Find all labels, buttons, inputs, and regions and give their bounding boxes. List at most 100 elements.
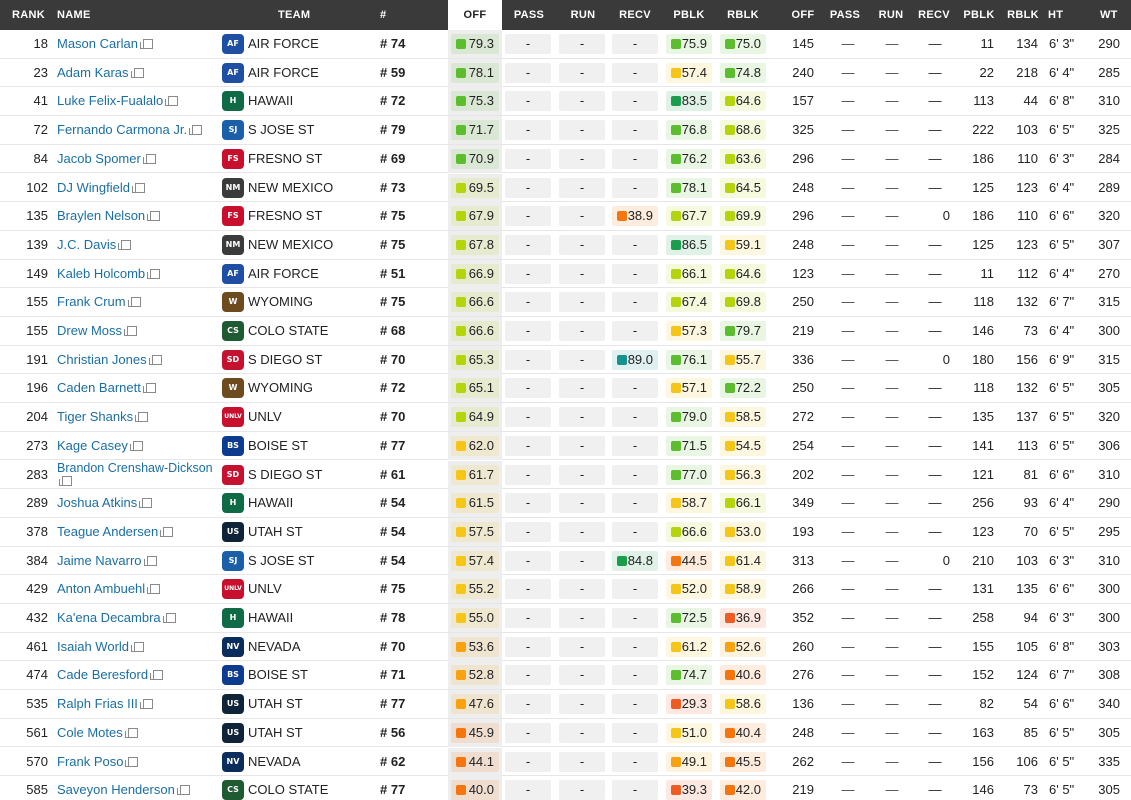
- player-name[interactable]: Anton Ambuehl: [57, 581, 145, 596]
- player-name[interactable]: J.C. Davis: [57, 237, 116, 252]
- copy-icon[interactable]: [143, 555, 157, 566]
- team-name[interactable]: UTAH ST: [248, 518, 378, 546]
- copy-icon[interactable]: [135, 412, 149, 423]
- col-header-jersey[interactable]: #: [380, 0, 400, 30]
- copy-icon[interactable]: [139, 699, 153, 710]
- col-header-pblk-grade[interactable]: PBLK: [662, 0, 716, 30]
- team-name[interactable]: UTAH ST: [248, 690, 378, 718]
- player-name[interactable]: DJ Wingfield: [57, 180, 130, 195]
- col-header-rblk-snaps[interactable]: RBLK: [1004, 0, 1042, 30]
- player-name-link[interactable]: Braylen Nelson: [57, 202, 217, 230]
- player-name-link[interactable]: Teague Andersen: [57, 518, 217, 546]
- col-header-team[interactable]: TEAM: [278, 0, 338, 30]
- copy-icon[interactable]: [139, 39, 153, 49]
- team-name[interactable]: BOISE ST: [248, 661, 378, 689]
- player-name-link[interactable]: Caden Barnett: [57, 374, 217, 402]
- team-name[interactable]: HAWAII: [248, 489, 378, 517]
- player-name-link[interactable]: Kaleb Holcomb: [57, 260, 217, 288]
- copy-icon[interactable]: [142, 153, 156, 164]
- player-name[interactable]: Fernando Carmona Jr.: [57, 122, 187, 137]
- player-name-link[interactable]: Ka'ena Decambra: [57, 604, 217, 632]
- player-name-link[interactable]: Fernando Carmona Jr.: [57, 116, 217, 144]
- player-name[interactable]: Drew Moss: [57, 323, 122, 338]
- col-header-rblk-grade[interactable]: RBLK: [716, 0, 770, 30]
- player-name-link[interactable]: Jacob Spomer: [57, 145, 217, 173]
- team-name[interactable]: NEVADA: [248, 633, 378, 661]
- team-name[interactable]: UNLV: [248, 403, 378, 431]
- copy-icon[interactable]: [147, 584, 161, 595]
- player-name-link[interactable]: Jaime Navarro: [57, 547, 217, 575]
- team-name[interactable]: FRESNO ST: [248, 145, 378, 173]
- copy-icon[interactable]: [160, 526, 174, 537]
- player-name-link[interactable]: J.C. Davis: [57, 231, 217, 259]
- player-name-link[interactable]: Drew Moss: [57, 317, 217, 345]
- col-header-pass-grade[interactable]: PASS: [502, 0, 556, 30]
- player-name[interactable]: Mason Carlan: [57, 36, 138, 51]
- col-header-run-snaps[interactable]: RUN: [874, 0, 908, 30]
- col-header-off-grade[interactable]: OFF: [448, 0, 502, 30]
- team-name[interactable]: NEVADA: [248, 748, 378, 776]
- player-name[interactable]: Cade Beresford: [57, 667, 148, 682]
- player-name[interactable]: Brandon Crenshaw-Dickson: [57, 461, 213, 475]
- player-name[interactable]: Cole Motes: [57, 725, 123, 740]
- team-name[interactable]: WYOMING: [248, 374, 378, 402]
- player-name-link[interactable]: Christian Jones: [57, 346, 217, 374]
- copy-icon[interactable]: [147, 268, 161, 279]
- copy-icon[interactable]: [130, 67, 144, 78]
- team-name[interactable]: WYOMING: [248, 288, 378, 316]
- team-name[interactable]: UTAH ST: [248, 719, 378, 747]
- copy-icon[interactable]: [139, 498, 153, 509]
- team-name[interactable]: AIR FORCE: [248, 260, 378, 288]
- copy-icon[interactable]: [59, 475, 72, 486]
- team-name[interactable]: NEW MEXICO: [248, 174, 378, 202]
- copy-icon[interactable]: [142, 383, 156, 394]
- player-name-link[interactable]: Mason Carlan: [57, 30, 217, 58]
- player-name[interactable]: Jaime Navarro: [57, 553, 142, 568]
- player-name-link[interactable]: Anton Ambuehl: [57, 575, 217, 603]
- team-name[interactable]: UNLV: [248, 575, 378, 603]
- player-name[interactable]: Adam Karas: [57, 65, 129, 80]
- player-name-link[interactable]: Joshua Atkins: [57, 489, 217, 517]
- player-name-link[interactable]: Isaiah World: [57, 633, 217, 661]
- player-name[interactable]: Isaiah World: [57, 639, 129, 654]
- copy-icon[interactable]: [165, 96, 179, 107]
- player-name-link[interactable]: Frank Poso: [57, 748, 217, 776]
- player-name[interactable]: Joshua Atkins: [57, 495, 137, 510]
- col-header-off-snaps[interactable]: OFF: [782, 0, 824, 30]
- player-name[interactable]: Braylen Nelson: [57, 208, 145, 223]
- copy-icon[interactable]: [118, 239, 132, 250]
- team-name[interactable]: HAWAII: [248, 87, 378, 115]
- player-name[interactable]: Frank Poso: [57, 754, 123, 769]
- col-header-run-grade[interactable]: RUN: [556, 0, 610, 30]
- team-name[interactable]: COLO STATE: [248, 776, 378, 800]
- player-name-link[interactable]: Frank Crum: [57, 288, 217, 316]
- team-name[interactable]: BOISE ST: [248, 432, 378, 460]
- player-name-link[interactable]: Cade Beresford: [57, 661, 217, 689]
- team-name[interactable]: S DIEGO ST: [248, 346, 378, 374]
- team-name[interactable]: AIR FORCE: [248, 59, 378, 87]
- team-name[interactable]: HAWAII: [248, 604, 378, 632]
- player-name[interactable]: Ka'ena Decambra: [57, 610, 161, 625]
- copy-icon[interactable]: [127, 297, 141, 308]
- team-name[interactable]: S DIEGO ST: [248, 461, 378, 489]
- col-header-recv-grade[interactable]: RECV: [608, 0, 662, 30]
- copy-icon[interactable]: [124, 727, 138, 738]
- player-name[interactable]: Jacob Spomer: [57, 151, 141, 166]
- player-name[interactable]: Ralph Frias III: [57, 696, 138, 711]
- copy-icon[interactable]: [176, 785, 190, 796]
- player-name[interactable]: Kaleb Holcomb: [57, 266, 145, 281]
- copy-icon[interactable]: [124, 326, 138, 336]
- player-name-link[interactable]: Luke Felix-Fualalo: [57, 87, 217, 115]
- copy-icon[interactable]: [162, 613, 176, 623]
- player-name-link[interactable]: Saveyon Henderson: [57, 776, 217, 800]
- col-header-weight[interactable]: WT: [1100, 0, 1130, 30]
- player-name[interactable]: Luke Felix-Fualalo: [57, 93, 163, 108]
- player-name[interactable]: Kage Casey: [57, 438, 128, 453]
- team-name[interactable]: NEW MEXICO: [248, 231, 378, 259]
- copy-icon[interactable]: [129, 440, 143, 451]
- player-name-link[interactable]: Tiger Shanks: [57, 403, 217, 431]
- player-name-link[interactable]: Adam Karas: [57, 59, 217, 87]
- col-header-height[interactable]: HT: [1048, 0, 1078, 30]
- player-name[interactable]: Christian Jones: [57, 352, 147, 367]
- copy-icon[interactable]: [125, 756, 139, 767]
